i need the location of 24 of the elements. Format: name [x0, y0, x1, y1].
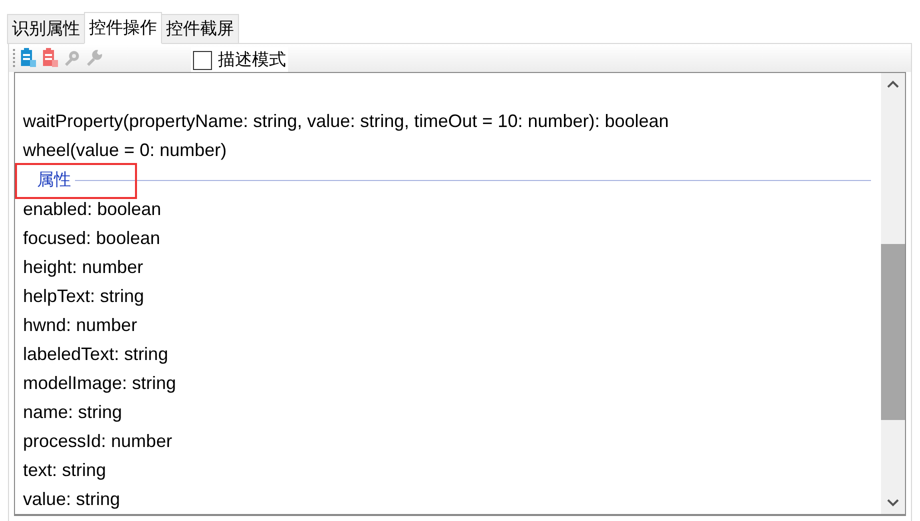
scrollbar[interactable] [881, 73, 905, 514]
clipboard-icon[interactable] [41, 48, 59, 68]
code-line: value: string [23, 488, 120, 511]
code-line: labeledText: string [23, 343, 168, 366]
code-line: processId: number [23, 430, 172, 453]
scrollbar-thumb[interactable] [881, 244, 905, 420]
code-line: enabled: boolean [23, 198, 162, 221]
tab[interactable]: 识别属性 [7, 14, 85, 44]
code-line: wheel(value = 0: number) [23, 139, 227, 162]
tab[interactable]: 控件操作 [84, 12, 162, 44]
code-line: height: number [23, 256, 144, 279]
scroll-up-icon[interactable] [887, 79, 899, 89]
code-line: focused: boolean [23, 227, 160, 250]
code-line: name: string [23, 401, 122, 424]
code-line: text: string [23, 459, 106, 482]
tab[interactable]: 控件截屏 [161, 14, 239, 44]
code-line: modelImage: string [23, 372, 176, 395]
clipboard-icon[interactable] [19, 48, 37, 68]
scroll-down-icon[interactable] [887, 498, 899, 508]
section-heading: 属性 [37, 169, 72, 192]
code-line: waitProperty(propertyName: string, value: string, timeOut = 10: number): boolean [23, 110, 669, 133]
code-line: hwnd: number [23, 314, 138, 337]
describe-mode-checkbox[interactable]: 描述模式 [191, 47, 288, 73]
code-line: helpText: string [23, 285, 144, 308]
